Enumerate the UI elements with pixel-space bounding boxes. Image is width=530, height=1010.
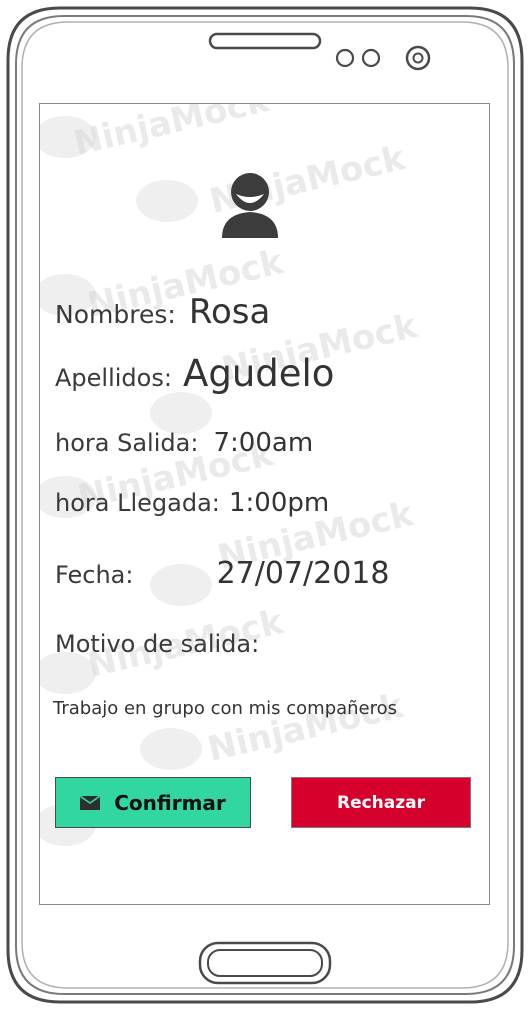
watermark-logo	[136, 180, 198, 222]
confirm-button[interactable]: Confirmar	[55, 777, 251, 828]
reject-button[interactable]: Rechazar	[291, 777, 471, 828]
apellidos-label: Apellidos:	[55, 364, 172, 392]
app-screen: NinjaMock NinjaMock NinjaMock NinjaMock …	[39, 103, 490, 905]
nombres-label: Nombres:	[55, 300, 176, 329]
apellidos-row: Apellidos: Agudelo	[55, 352, 334, 395]
motivo-value: Trabajo en grupo con mis compañeros	[53, 698, 398, 719]
fecha-label: Fecha:	[55, 561, 134, 589]
hora-llegada-value: 1:00pm	[228, 488, 330, 518]
nombres-value: Rosa	[188, 292, 271, 332]
watermark: NinjaMock	[70, 103, 273, 164]
hora-salida-value: 7:00am	[213, 428, 314, 458]
speaker-grille	[208, 32, 322, 50]
user-avatar-icon	[222, 173, 278, 238]
watermark-logo	[40, 116, 96, 158]
confirm-button-label: Confirmar	[114, 790, 226, 815]
nombres-row: Nombres: Rosa	[55, 292, 270, 332]
reject-button-label: Rechazar	[336, 792, 426, 813]
envelope-icon	[80, 795, 101, 810]
motivo-label-row: Motivo de salida:	[55, 630, 259, 658]
hora-llegada-label: hora Llegada:	[55, 489, 220, 517]
apellidos-value: Agudelo	[183, 352, 335, 395]
hora-salida-label: hora Salida:	[55, 429, 199, 457]
hora-llegada-row: hora Llegada: 1:00pm	[55, 488, 329, 518]
hora-salida-row: hora Salida: 7:00am	[55, 428, 313, 458]
watermark-logo	[140, 728, 202, 770]
fecha-row: Fecha: 27/07/2018	[55, 556, 389, 591]
motivo-label: Motivo de salida:	[55, 630, 260, 658]
fecha-value: 27/07/2018	[216, 556, 390, 591]
motivo-value-row: Trabajo en grupo con mis compañeros	[53, 698, 397, 719]
watermark-logo	[40, 652, 96, 694]
